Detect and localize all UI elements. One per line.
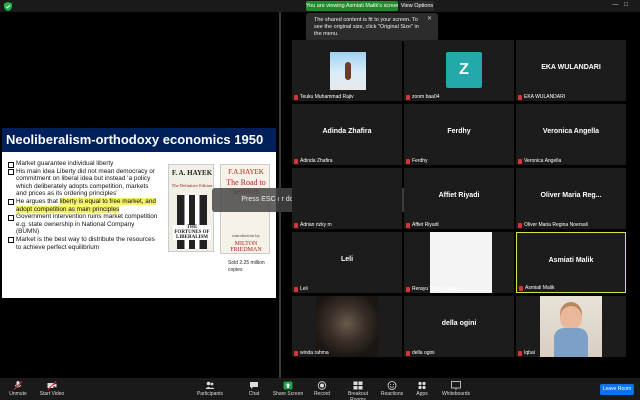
participant-tile[interactable]: Adinda Zhafira Adinda Zhafira — [292, 104, 402, 165]
participant-caption: Asmiati Malik — [519, 285, 554, 291]
participant-caption: della ogini — [406, 350, 435, 356]
participant-tile[interactable]: Leli Leli — [292, 232, 402, 293]
bullet-item: Market guarantee individual liberty — [8, 160, 158, 168]
participant-caption: Affiet Riyadi — [406, 222, 439, 228]
breakout-rooms-button[interactable]: Breakout Rooms — [340, 381, 376, 400]
view-options-button[interactable]: View Options — [400, 1, 434, 11]
participant-caption: winda rahma — [294, 350, 329, 356]
window-controls[interactable]: —□ — [612, 2, 634, 8]
participant-caption: Iqbal — [518, 350, 535, 356]
minimize-icon[interactable]: — — [612, 2, 624, 8]
smiley-icon — [387, 381, 397, 390]
participant-name: Affiet Riyadi — [438, 192, 480, 199]
microphone-muted-icon — [13, 381, 23, 390]
apps-icon — [417, 381, 427, 390]
meeting-toolbar: Unmute Start Video Participants Chat Sha… — [0, 378, 640, 400]
start-video-button[interactable]: Start Video — [34, 381, 70, 397]
participant-video — [430, 232, 492, 293]
participant-video — [540, 296, 602, 357]
share-screen-icon — [283, 381, 293, 390]
participant-tile[interactable]: Teuku Muhammad Rajiv — [292, 40, 402, 101]
slide-title: Neoliberalism-orthodoxy economics 1950 — [2, 128, 276, 152]
participant-caption: Veronica Angella — [518, 158, 561, 164]
tooltip-text: The shared content is fit to your screen… — [314, 17, 419, 37]
breakout-rooms-icon — [353, 381, 363, 390]
participant-name: della ogini — [441, 320, 477, 327]
unmute-button[interactable]: Unmute — [0, 381, 36, 397]
fit-to-screen-tooltip: The shared content is fit to your screen… — [306, 13, 438, 41]
split-view-divider[interactable] — [279, 12, 281, 378]
participant-tile[interactable]: Affiet Riyadi Affiet Riyadi — [404, 168, 514, 229]
participant-name: Oliver Maria Reg... — [540, 192, 602, 199]
active-speaker-tile[interactable]: Asmiati Malik Asmiati Malik — [516, 232, 626, 293]
book-cover-fortunes-of-liberalism: F. A. HAYEK The Definitive Edition THE F… — [168, 164, 214, 252]
participant-name: Asmiati Malik — [548, 257, 594, 264]
share-screen-button[interactable]: Share Screen — [270, 381, 306, 397]
participant-tile[interactable]: EKA WULANDARI EKA WULANDARI — [516, 40, 626, 101]
participant-tile[interactable]: Z zoom baa04 — [404, 40, 514, 101]
participant-caption: Teuku Muhammad Rajiv — [294, 94, 354, 100]
participant-name: EKA WULANDARI — [541, 64, 601, 71]
participant-caption: Adrian rizky m — [294, 222, 332, 228]
participant-caption: Ferdhy — [406, 158, 428, 164]
whiteboards-button[interactable]: Whiteboards — [438, 381, 474, 397]
viewing-screen-indicator: You are viewing Asmiati Malik's screen — [306, 1, 398, 11]
participant-caption: Adinda Zhafira — [294, 158, 333, 164]
participant-photo — [330, 52, 366, 90]
participant-video — [316, 296, 378, 357]
whiteboard-icon — [451, 381, 461, 390]
participants-button[interactable]: Participants — [192, 381, 228, 397]
bullet-item: His main idea Liberty did not mean democ… — [8, 168, 158, 198]
participant-tile[interactable]: Adrian rizky m — [292, 168, 402, 229]
shield-icon — [4, 2, 12, 11]
chat-button[interactable]: Chat — [236, 381, 272, 397]
video-off-icon — [47, 381, 57, 390]
participant-tile[interactable]: Veronica Angella Veronica Angella — [516, 104, 626, 165]
participant-name: Adinda Zhafira — [322, 128, 372, 135]
bullet-item: He argues that liberty is equal to free … — [8, 197, 158, 213]
participant-caption: Oliver Maria Regina Noersali — [518, 222, 588, 228]
maximize-icon[interactable]: □ — [624, 2, 634, 8]
participant-caption: Leli — [294, 286, 308, 292]
record-icon — [317, 381, 327, 390]
close-icon[interactable]: ✕ — [427, 16, 432, 23]
participant-tile[interactable]: Iqbal — [516, 296, 626, 357]
participant-caption: Rerayu Tasyai Nastiti — [406, 286, 459, 292]
participant-name: Leli — [340, 256, 354, 263]
participant-caption: zoom baa04 — [406, 94, 440, 100]
participant-tile[interactable]: Rerayu Tasyai Nastiti — [404, 232, 514, 293]
participant-gallery: Teuku Muhammad Rajiv Z zoom baa04 EKA WU… — [292, 40, 632, 360]
bullet-item: Government intervention ruins market com… — [8, 213, 158, 236]
chat-icon — [249, 381, 259, 390]
presentation-slide: Neoliberalism-orthodoxy economics 1950 M… — [2, 128, 276, 298]
top-status-bar: You are viewing Asmiati Malik's screen V… — [0, 0, 640, 12]
participant-tile[interactable]: Ferdhy Ferdhy — [404, 104, 514, 165]
leave-room-button[interactable]: Leave Room — [600, 384, 634, 395]
participant-tile[interactable]: della ogini della ogini — [404, 296, 514, 357]
avatar: Z — [446, 52, 482, 88]
bullet-item: Market is the best way to distribute the… — [8, 236, 158, 251]
participant-name: Veronica Angella — [542, 128, 600, 135]
participants-icon — [205, 381, 215, 390]
record-button[interactable]: Record — [304, 381, 340, 397]
participant-tile[interactable]: Oliver Maria Reg... Oliver Maria Regina … — [516, 168, 626, 229]
participant-name: Ferdhy — [447, 128, 471, 135]
slide-bullet-list: Market guarantee individual liberty His … — [8, 160, 158, 251]
participant-caption: EKA WULANDARI — [518, 94, 565, 100]
apps-button[interactable]: Apps — [404, 381, 440, 397]
participant-tile[interactable]: winda rahma — [292, 296, 402, 357]
sold-copies-note: Sold 2.25 million copies — [228, 260, 265, 273]
